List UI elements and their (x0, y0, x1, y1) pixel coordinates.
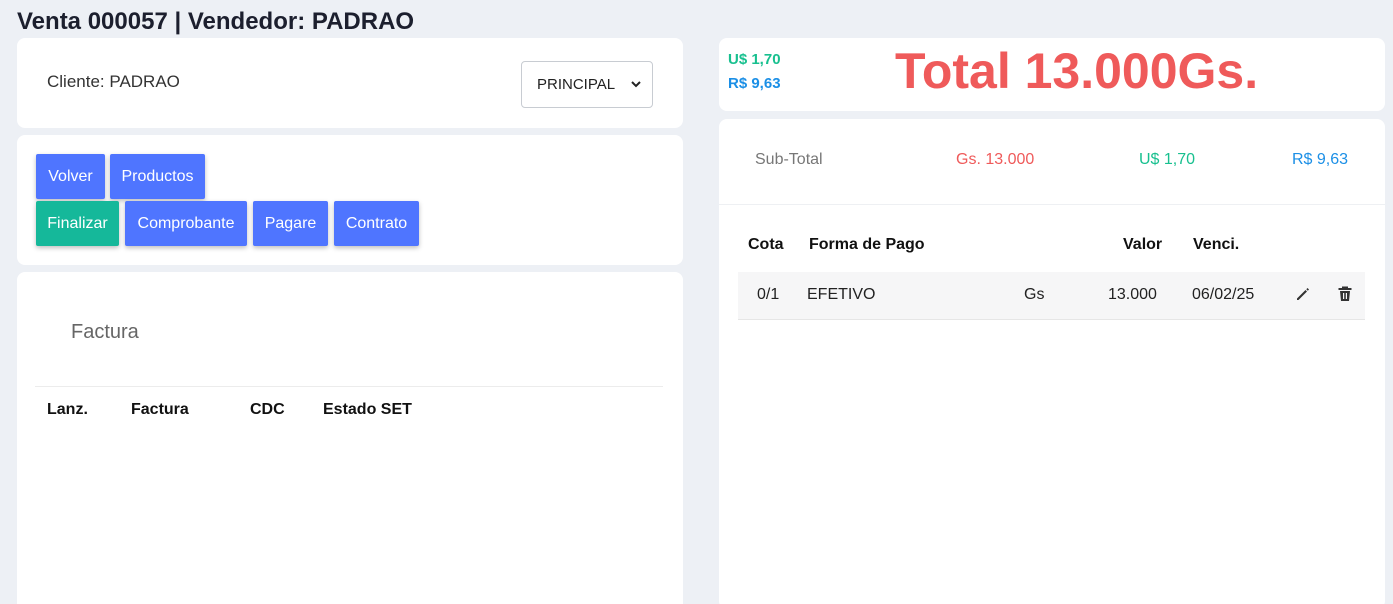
client-label: Cliente: PADRAO (47, 72, 180, 91)
divider (719, 204, 1385, 205)
pencil-icon[interactable] (1294, 285, 1312, 303)
row-cota: 0/1 (757, 286, 780, 303)
chevron-down-icon (631, 81, 641, 88)
contrato-button[interactable]: Contrato (334, 201, 419, 246)
comprobante-button[interactable]: Comprobante (125, 201, 247, 246)
pagare-button[interactable]: Pagare (253, 201, 328, 246)
total-amount: Total 13.000Gs. (895, 43, 1259, 99)
invoice-title: Factura (71, 321, 139, 343)
productos-button[interactable]: Productos (110, 154, 205, 199)
col-estado-set: Estado SET (323, 401, 412, 418)
col-venci: Venci. (1193, 236, 1240, 253)
volver-button[interactable]: Volver (36, 154, 105, 199)
client-card: Cliente: PADRAO PRINCIPAL (17, 38, 683, 128)
total-card: U$ 1,70 R$ 9,63 Total 13.000Gs. (719, 38, 1385, 111)
row-forma-pago: EFETIVO (807, 286, 876, 303)
subtotal-brl: R$ 9,63 (1292, 151, 1349, 168)
payment-card: Sub-Total Gs. 13.000 U$ 1,70 R$ 9,63 Cot… (719, 119, 1385, 604)
finalizar-button[interactable]: Finalizar (36, 201, 119, 246)
total-brl: R$ 9,63 (728, 75, 781, 92)
col-cdc: CDC (250, 401, 285, 418)
col-factura: Factura (131, 401, 189, 418)
row-moneda: Gs (1024, 286, 1045, 303)
trash-icon[interactable] (1336, 285, 1354, 303)
col-forma-pago: Forma de Pago (809, 236, 925, 253)
page-title: Venta 000057 | Vendedor: PADRAO (17, 8, 415, 35)
row-valor: 13.000 (1108, 286, 1157, 303)
actions-card: Volver Productos Finalizar Comprobante P… (17, 135, 683, 265)
col-valor: Valor (1123, 236, 1163, 253)
row-venci: 06/02/25 (1192, 286, 1255, 303)
subtotal-gs: Gs. 13.000 (956, 151, 1035, 168)
deposit-select-value: PRINCIPAL (537, 76, 616, 93)
divider (35, 386, 663, 387)
total-usd: U$ 1,70 (728, 51, 781, 68)
col-cota: Cota (748, 236, 784, 253)
invoice-card: Factura Lanz. Factura CDC Estado SET (17, 272, 683, 604)
subtotal-usd: U$ 1,70 (1139, 151, 1196, 168)
col-lanz: Lanz. (47, 401, 88, 418)
table-row: 0/1 EFETIVO Gs 13.000 06/02/25 (738, 272, 1365, 320)
subtotal-label: Sub-Total (755, 151, 823, 168)
deposit-select[interactable]: PRINCIPAL (521, 61, 653, 108)
